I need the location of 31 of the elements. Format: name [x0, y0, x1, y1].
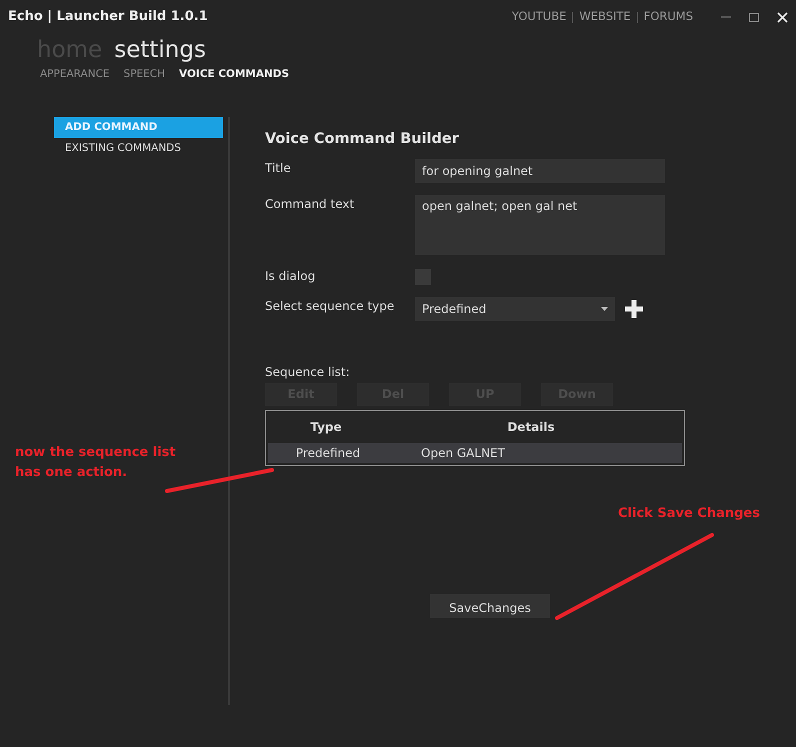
table-row[interactable]: Predefined Open GALNET [268, 442, 682, 463]
subnav-tab[interactable]: APPEARANCE [40, 67, 110, 84]
field-label: Command text [265, 196, 356, 213]
section-label: Sequence list: [265, 364, 351, 381]
annotation-text: Click Save Changes [618, 505, 761, 523]
column-header: Type [309, 418, 343, 436]
table-cell-text: Predefined [294, 444, 362, 462]
dropdown[interactable]: Predefined [415, 296, 615, 321]
add-icon[interactable] [625, 300, 643, 318]
field-label: Select sequence type [265, 298, 396, 315]
subnav-tab[interactable]: SPEECH [124, 67, 166, 84]
caret-icon [601, 306, 608, 311]
field-label: Is dialog [265, 268, 316, 285]
table-cell-text: Open GALNET [420, 444, 506, 462]
header-link[interactable]: YOUTUBE [512, 8, 566, 26]
save-button[interactable]: SaveChanges [430, 594, 550, 618]
maximize-icon[interactable] [749, 12, 759, 22]
section-heading: Voice Command Builder [265, 130, 460, 150]
annotation-text: now the sequence list has one action. [15, 444, 177, 482]
window-title: Echo | Launcher Build 1.0.1 [8, 8, 208, 26]
subnav-tab[interactable]: VOICE COMMANDS [179, 67, 290, 84]
header-link[interactable]: FORUMS [644, 8, 693, 26]
minimize-icon[interactable] [721, 16, 731, 18]
close-icon[interactable] [777, 12, 788, 22]
column-header: Details [506, 418, 556, 436]
field-label: Title [265, 160, 292, 177]
text-field[interactable]: for opening galnet [415, 158, 665, 183]
header-link[interactable]: WEBSITE [579, 8, 631, 26]
nav-link[interactable]: settings [114, 38, 206, 64]
text-area[interactable]: open galnet; open gal net [415, 194, 665, 255]
sidebar-item[interactable]: EXISTING COMMANDS [54, 138, 223, 160]
